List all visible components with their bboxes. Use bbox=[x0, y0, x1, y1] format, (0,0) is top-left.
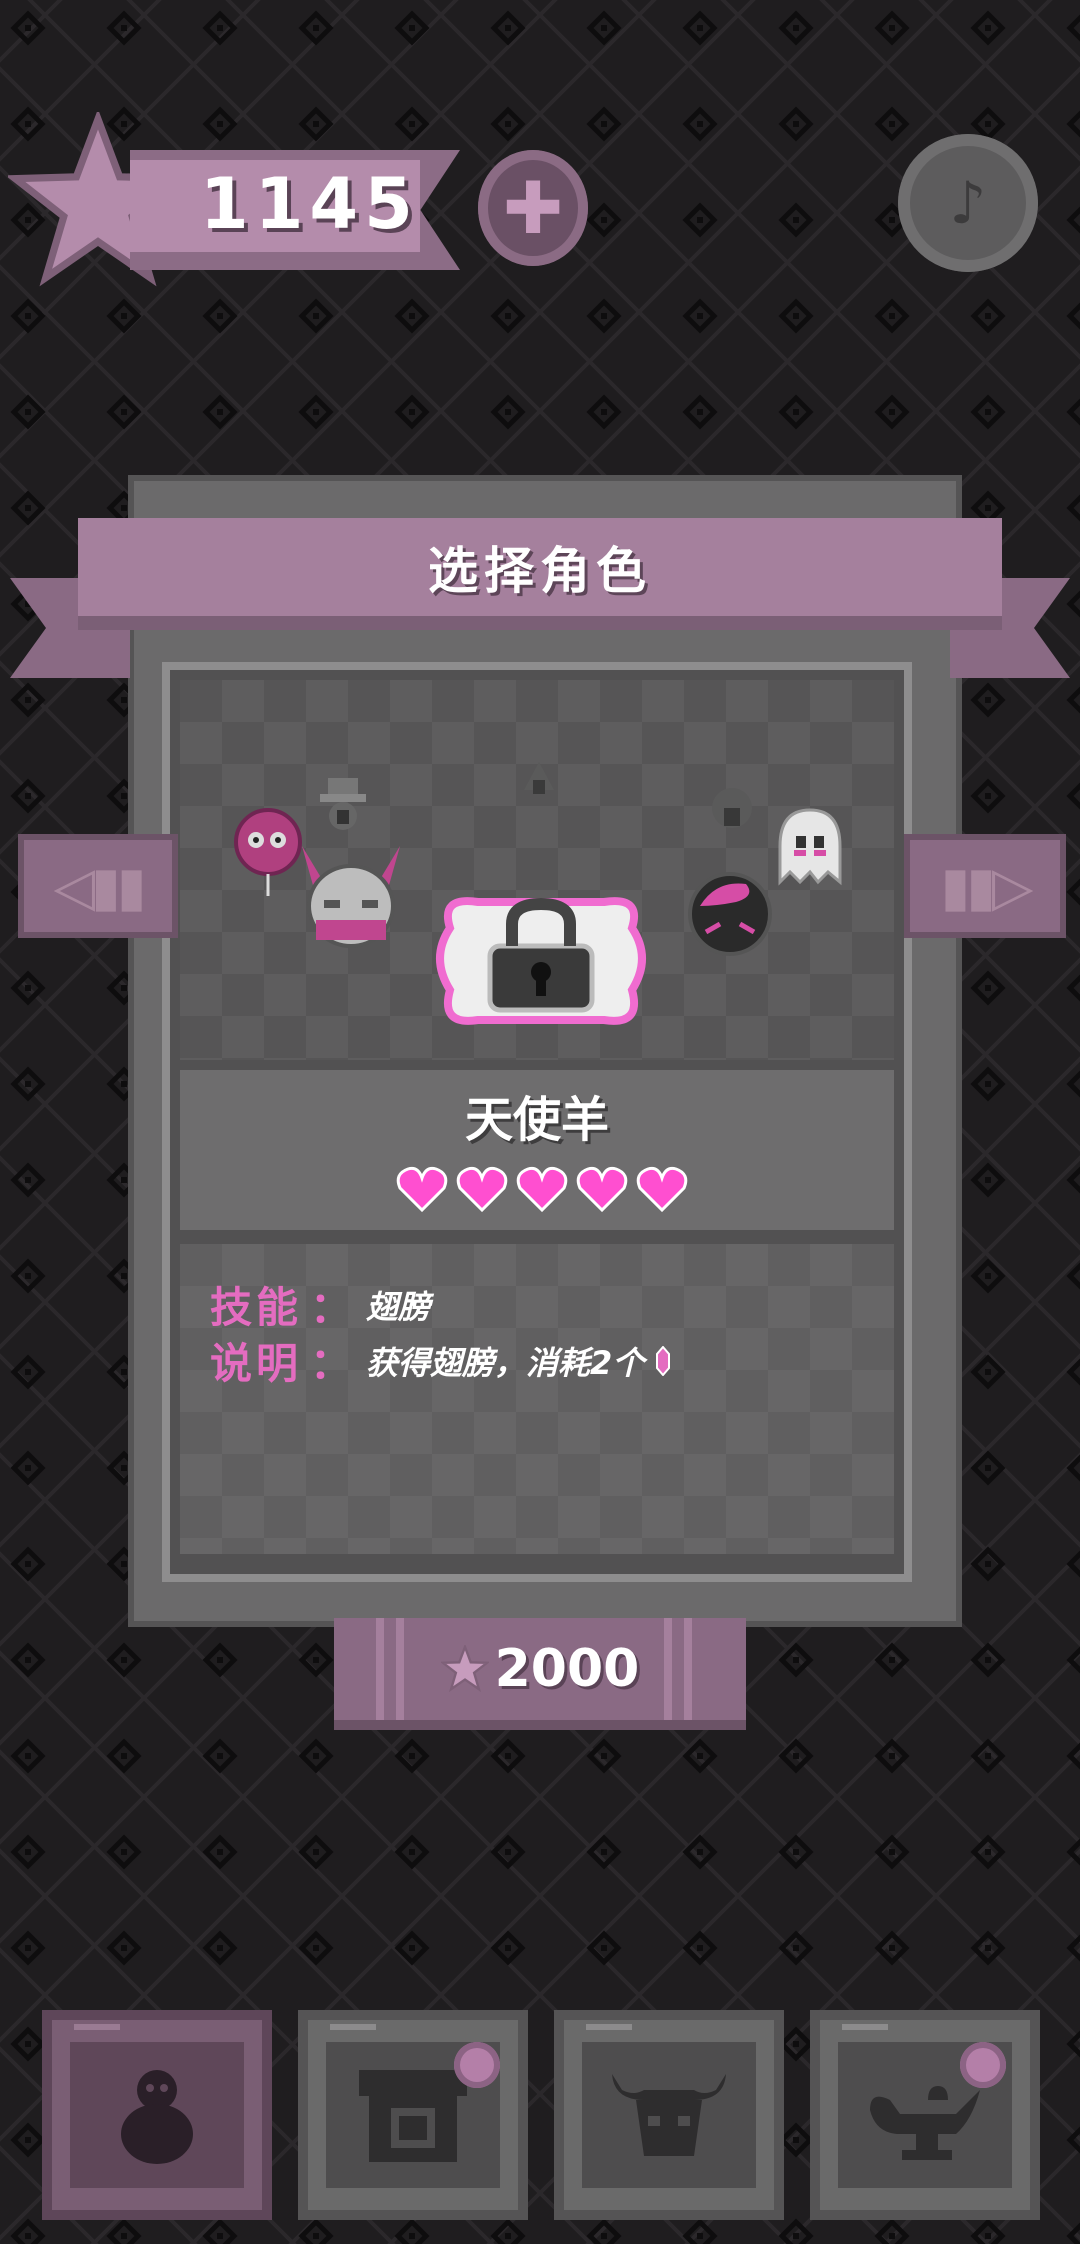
top-hat-character[interactable] bbox=[318, 776, 368, 832]
arrow-left-icon: ◁▮▮ bbox=[53, 854, 147, 918]
heart-icon bbox=[636, 1166, 688, 1212]
nav-characters-button[interactable] bbox=[42, 2010, 272, 2220]
unlock-price-button[interactable]: 2000 bbox=[334, 1618, 746, 1730]
lock-icon bbox=[520, 900, 564, 940]
ghost-character[interactable] bbox=[772, 806, 848, 886]
arrow-right-icon: ▮▮▷ bbox=[940, 854, 1034, 918]
shop-notification-dot bbox=[454, 2042, 500, 2088]
music-note-icon: ♪ bbox=[949, 169, 987, 237]
star-icon bbox=[440, 1645, 489, 1693]
add-stars-button[interactable]: ✚ bbox=[478, 150, 588, 266]
nav-items-button[interactable] bbox=[810, 2010, 1040, 2220]
star-score: 1145 bbox=[200, 163, 419, 245]
skill-row: 技能 ： 翅膀 bbox=[210, 1274, 430, 1335]
locked-character-right[interactable] bbox=[710, 786, 754, 834]
heart-icon bbox=[576, 1166, 628, 1212]
pink-gem-icon bbox=[656, 1345, 671, 1376]
bull-head-icon bbox=[612, 2074, 726, 2156]
items-notification-dot bbox=[960, 2042, 1006, 2088]
previous-character-button[interactable]: ◁▮▮ bbox=[18, 834, 178, 938]
skill-value: 翅膀 bbox=[366, 1287, 431, 1326]
bomb-character[interactable] bbox=[686, 866, 774, 958]
nav-boss-button[interactable] bbox=[554, 2010, 784, 2220]
panel-title: 选择角色 bbox=[428, 542, 652, 600]
description-value: 获得翅膀，消耗2个 bbox=[366, 1343, 645, 1382]
heart-icon bbox=[516, 1166, 568, 1212]
locked-character-small[interactable] bbox=[522, 760, 556, 800]
next-character-button[interactable]: ▮▮▷ bbox=[904, 834, 1066, 938]
title-banner: 选择角色 bbox=[78, 518, 1002, 630]
balloon-character[interactable] bbox=[232, 806, 304, 898]
description-row: 说明 ： 获得翅膀，消耗2个 bbox=[210, 1330, 671, 1391]
music-toggle-button[interactable]: ♪ bbox=[898, 134, 1038, 272]
character-icon bbox=[121, 2070, 193, 2164]
devil-sheep-character[interactable] bbox=[296, 836, 406, 956]
description-label: 说明 bbox=[210, 1339, 303, 1388]
nav-shop-button[interactable] bbox=[298, 2010, 528, 2220]
unlock-price: 2000 bbox=[494, 1639, 640, 1699]
heart-icon bbox=[456, 1166, 508, 1212]
skill-label: 技能 bbox=[210, 1283, 303, 1332]
shop-icon bbox=[359, 2070, 467, 2162]
skill-colon: ： bbox=[310, 1283, 353, 1332]
description-colon: ： bbox=[310, 1339, 353, 1388]
health-hearts bbox=[396, 1166, 696, 1216]
plus-icon: ✚ bbox=[502, 166, 564, 250]
character-name: 天使羊 bbox=[464, 1092, 609, 1148]
heart-icon bbox=[396, 1166, 448, 1212]
